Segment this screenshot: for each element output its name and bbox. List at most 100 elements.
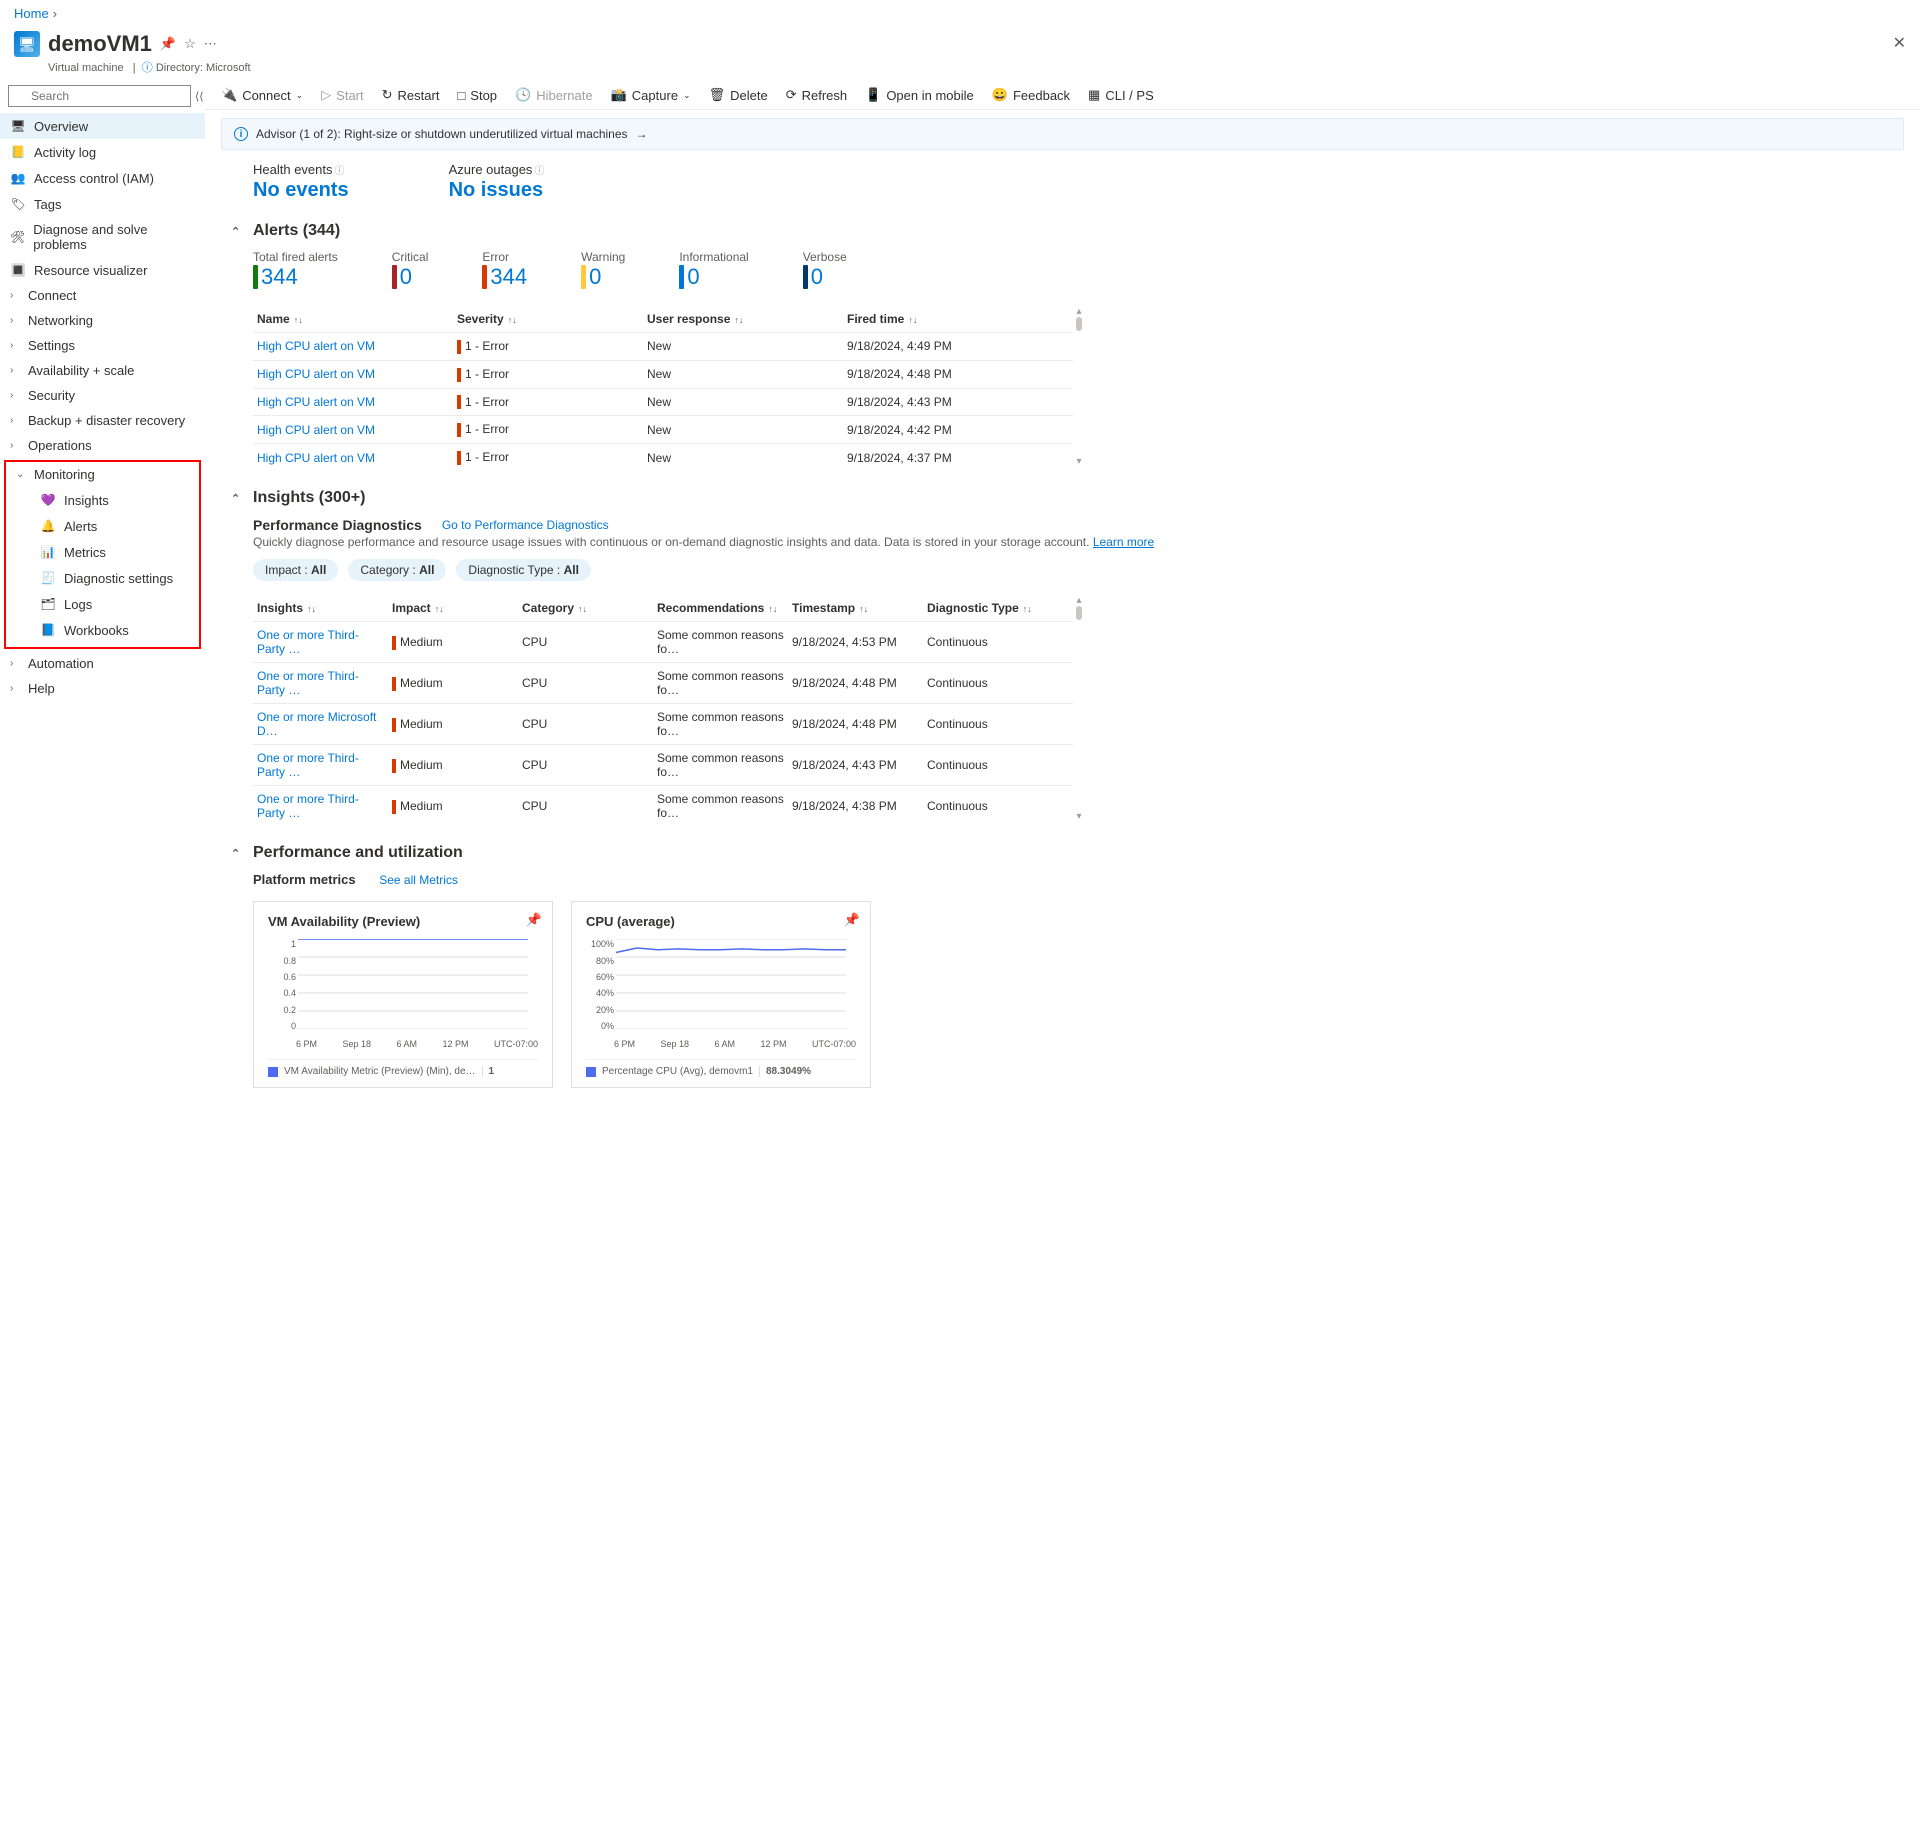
sidebar-item-connect[interactable]: ›Connect [0,283,205,308]
start-button[interactable]: ▷Start [321,87,363,103]
sidebar-item-monitoring[interactable]: ⌄ Monitoring [6,462,199,487]
sidebar-item-access-control-iam-[interactable]: 👥Access control (IAM) [0,165,205,191]
sidebar-item-networking[interactable]: ›Networking [0,308,205,333]
sidebar-item-automation[interactable]: › Automation [0,651,205,676]
expand-icon[interactable]: ⟨⟨ [195,90,204,103]
sidebar-item-backup-disaster-recovery[interactable]: ›Backup + disaster recovery [0,408,205,433]
table-row[interactable]: High CPU alert on VM 1 - Error New9/18/2… [253,444,1073,471]
table-row[interactable]: High CPU alert on VM 1 - Error New9/18/2… [253,416,1073,444]
sidebar-item-security[interactable]: ›Security [0,383,205,408]
col-fired-time[interactable]: Fired time [847,312,904,326]
sidebar-item-metrics[interactable]: 📊Metrics [6,539,199,565]
scrollbar[interactable]: ▴▾ [1073,302,1085,471]
perf-section-header[interactable]: ⌃ Performance and utilization [231,844,1896,862]
stop-button[interactable]: □Stop [457,88,497,103]
breadcrumb-home[interactable]: Home [14,6,49,21]
table-row[interactable]: One or more Microsoft D… Medium CPUSome … [253,704,1073,745]
sidebar-item-diagnose-and-solve-problems[interactable]: 🛠Diagnose and solve problems [0,217,205,257]
alert-count-total[interactable]: Total fired alerts 344 [253,250,338,290]
col-impact[interactable]: Impact [392,601,431,615]
table-row[interactable]: High CPU alert on VM 1 - Error New9/18/2… [253,333,1073,361]
sidebar-item-tags[interactable]: 🏷Tags [0,191,205,217]
scroll-thumb[interactable] [1076,606,1082,620]
alert-count-info[interactable]: Informational 0 [679,250,748,290]
sidebar-item-availability-scale[interactable]: ›Availability + scale [0,358,205,383]
sidebar-item-help[interactable]: › Help [0,676,205,701]
sidebar-item-diagnostic-settings[interactable]: 🧾Diagnostic settings [6,565,199,591]
sidebar-item-activity-log[interactable]: 📒Activity log [0,139,205,165]
insight-link[interactable]: One or more Third-Party … [257,751,359,779]
col-recommendations[interactable]: Recommendations [657,601,764,615]
col-diagnostic-type[interactable]: Diagnostic Type [927,601,1019,615]
alert-count-err[interactable]: Error 344 [482,250,527,290]
insight-link[interactable]: One or more Microsoft D… [257,710,376,738]
see-all-metrics-link[interactable]: See all Metrics [379,873,458,887]
alert-count-crit[interactable]: Critical 0 [392,250,429,290]
learn-more-link[interactable]: Learn more [1093,535,1154,549]
severity-bar-icon [253,265,258,289]
azure-outages-value[interactable]: No issues [449,179,545,202]
filter-pill[interactable]: Category : All [348,559,446,581]
filter-pill[interactable]: Impact : All [253,559,338,581]
capture-button[interactable]: 📸Capture⌄ [611,87,691,103]
more-icon[interactable]: ⋯ [204,36,217,52]
insight-link[interactable]: One or more Third-Party … [257,669,359,697]
chart-legend: VM Availability Metric (Preview) (Min), … [268,1059,538,1077]
feedback-button[interactable]: 😀Feedback [992,87,1070,103]
chart-area[interactable]: 10.80.60.40.20 6 PMSep 186 AM12 PMUTC-07… [268,939,538,1049]
table-row[interactable]: One or more Third-Party … Medium CPUSome… [253,622,1073,663]
perf-diag-link[interactable]: Go to Performance Diagnostics [442,518,609,532]
cli-button[interactable]: ▦CLI / PS [1088,87,1154,103]
sidebar-item-operations[interactable]: ›Operations [0,433,205,458]
insight-link[interactable]: One or more Third-Party … [257,628,359,656]
restart-button[interactable]: ↻Restart [382,87,440,103]
delete-button[interactable]: 🗑Delete [709,87,768,103]
table-row[interactable]: One or more Third-Party … Medium CPUSome… [253,663,1073,704]
open-mobile-button[interactable]: 📱Open in mobile [865,87,974,103]
scroll-thumb[interactable] [1076,317,1082,331]
alert-count-verb[interactable]: Verbose 0 [803,250,847,290]
sidebar-item-overview[interactable]: 🖥Overview [0,113,205,139]
insight-link[interactable]: One or more Third-Party … [257,792,359,820]
connect-button[interactable]: 🔌Connect⌄ [221,87,303,103]
filter-pill[interactable]: Diagnostic Type : All [456,559,591,581]
pin-icon[interactable]: 📌 [160,36,176,52]
sidebar-item-insights[interactable]: 💜Insights [6,487,199,513]
refresh-button[interactable]: ⟳Refresh [786,87,847,103]
table-row[interactable]: One or more Third-Party … Medium CPUSome… [253,786,1073,827]
pin-icon[interactable]: 📌 [844,912,860,928]
alert-name-link[interactable]: High CPU alert on VM [257,451,375,465]
alert-name-link[interactable]: High CPU alert on VM [257,339,375,353]
col-timestamp[interactable]: Timestamp [792,601,855,615]
chart-area[interactable]: 100%80%60%40%20%0% 6 PMSep 186 AM12 PMUT… [586,939,856,1049]
pin-icon[interactable]: 📌 [526,912,542,928]
table-row[interactable]: One or more Third-Party … Medium CPUSome… [253,745,1073,786]
col-severity[interactable]: Severity [457,312,504,326]
alert-name-link[interactable]: High CPU alert on VM [257,367,375,381]
favorite-icon[interactable]: ☆ [184,36,196,52]
sidebar-item-workbooks[interactable]: 📘Workbooks [6,617,199,643]
alert-name-link[interactable]: High CPU alert on VM [257,423,375,437]
sidebar-item-logs[interactable]: 🗂Logs [6,591,199,617]
sidebar-item-label: Logs [64,597,92,612]
stop-icon: □ [457,88,465,103]
col-user-response[interactable]: User response [647,312,730,326]
scrollbar[interactable]: ▴▾ [1073,591,1085,826]
hibernate-button[interactable]: 🕓Hibernate [515,87,593,103]
sidebar-item-resource-visualizer[interactable]: 🔳Resource visualizer [0,257,205,283]
col-name[interactable]: Name [257,312,290,326]
insights-section-header[interactable]: ⌃ Insights (300+) [231,489,1896,507]
search-input[interactable] [8,85,191,107]
col-insights[interactable]: Insights [257,601,303,615]
advisor-banner[interactable]: i Advisor (1 of 2): Right-size or shutdo… [221,118,1904,150]
close-icon[interactable]: ✕ [1893,33,1906,53]
table-row[interactable]: High CPU alert on VM 1 - Error New9/18/2… [253,360,1073,388]
col-category[interactable]: Category [522,601,574,615]
sidebar-item-settings[interactable]: ›Settings [0,333,205,358]
alert-count-warn[interactable]: Warning 0 [581,250,625,290]
health-events-value[interactable]: No events [253,179,349,202]
alerts-section-header[interactable]: ⌃ Alerts (344) [231,222,1896,240]
table-row[interactable]: High CPU alert on VM 1 - Error New9/18/2… [253,388,1073,416]
sidebar-item-alerts[interactable]: 🔔Alerts [6,513,199,539]
alert-name-link[interactable]: High CPU alert on VM [257,395,375,409]
